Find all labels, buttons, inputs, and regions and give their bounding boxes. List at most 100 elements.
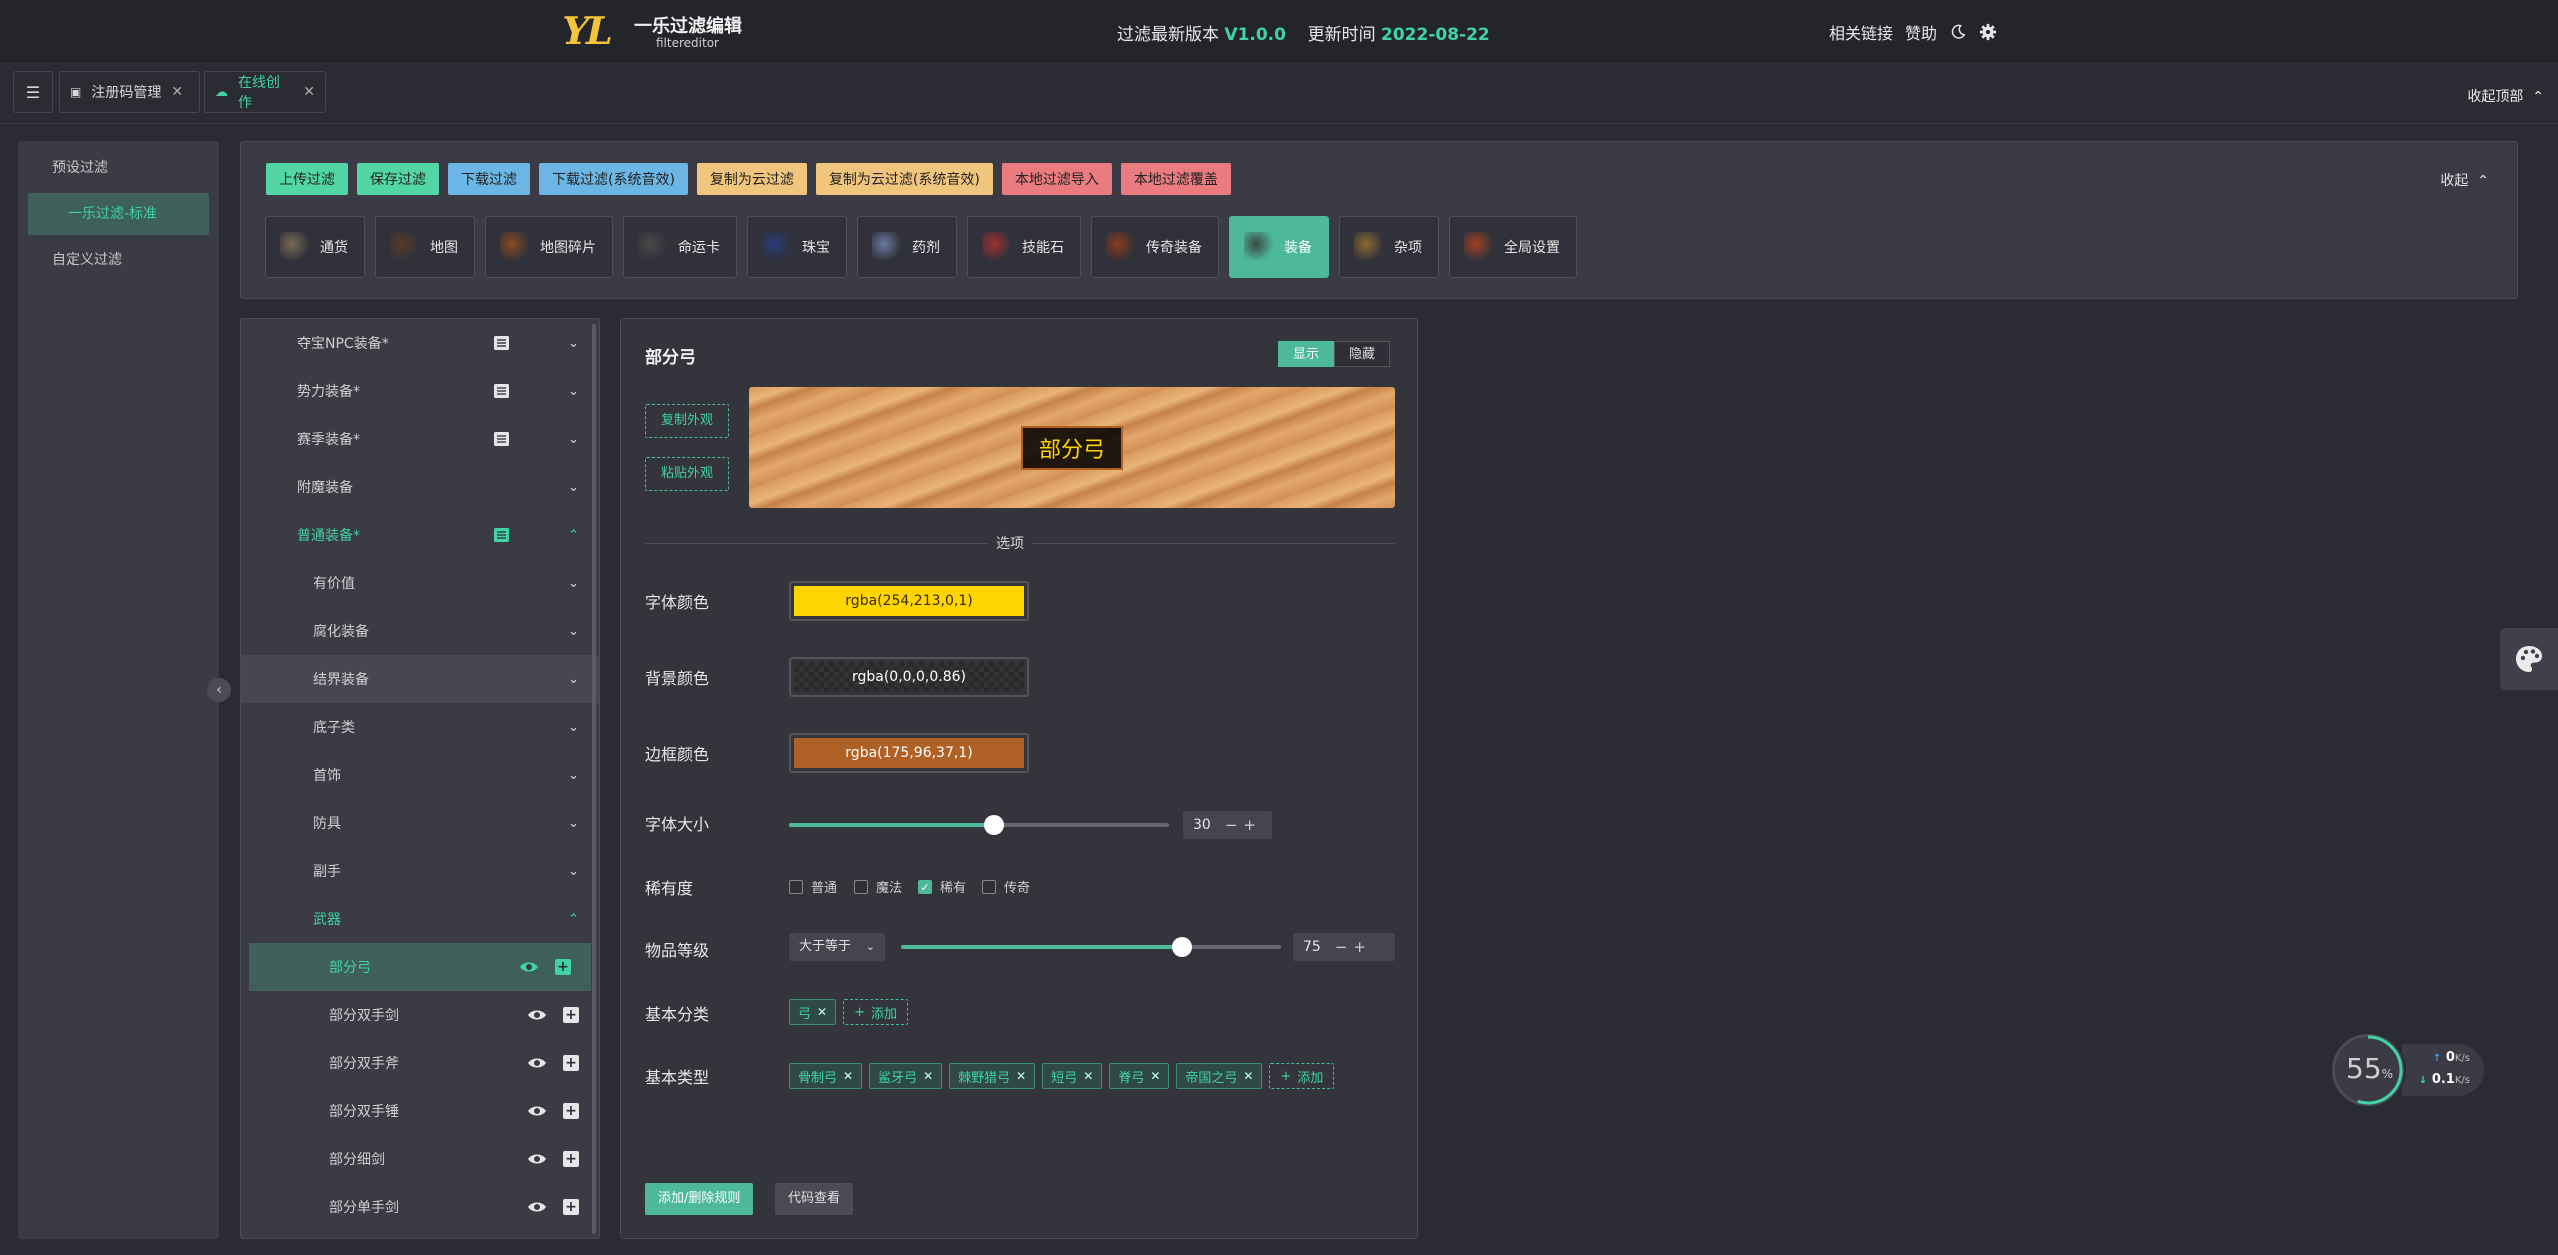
tree-group-item[interactable]: 防具 ⌄ [241,799,599,847]
chevron-down-icon[interactable]: ⌄ [568,336,579,351]
category-tab[interactable]: 通货 [265,216,365,278]
chevron-up-icon[interactable]: ⌃ [568,912,579,927]
remove-tag-icon[interactable]: ✕ [923,1069,933,1083]
tree-group-item[interactable]: 底子类 ⌄ [241,703,599,751]
toolbar-button[interactable]: 本地过滤覆盖 [1120,163,1231,195]
tree-leaf-item[interactable]: 部分双手剑 + [241,991,599,1039]
category-tab[interactable]: 地图碎片 [485,216,613,278]
dark-mode-icon[interactable] [1949,23,1967,41]
item-level-stepper[interactable]: 75 −+ [1293,933,1395,961]
chevron-down-icon[interactable]: ⌄ [568,720,579,735]
eye-icon[interactable] [519,960,539,974]
minus-plus-icon[interactable]: −+ [1225,816,1262,834]
category-tab[interactable]: 传奇装备 [1091,216,1219,278]
checkbox-icon[interactable] [982,879,996,894]
remove-tag-icon[interactable]: ✕ [1243,1069,1253,1083]
toolbar-button[interactable]: 本地过滤导入 [1001,163,1112,195]
menu-toggle-button[interactable]: ☰ [13,71,53,113]
chevron-down-icon[interactable]: ⌄ [568,576,579,591]
sidebar-collapse-button[interactable]: ‹ [207,678,231,702]
links-link[interactable]: 相关链接 [1829,20,1893,44]
category-tab[interactable]: 珠宝 [747,216,847,278]
list-icon[interactable] [494,432,509,446]
toolbar-button[interactable]: 复制为云过滤 [696,163,807,195]
eye-icon[interactable] [527,1200,547,1214]
chevron-down-icon[interactable]: ⌄ [568,768,579,783]
add-icon[interactable]: + [555,959,571,975]
eye-icon[interactable] [527,1008,547,1022]
rarity-checkbox[interactable]: 魔法 [854,877,902,896]
tree-group-item[interactable]: 有价值 ⌄ [241,559,599,607]
sidebar-item-custom[interactable]: 自定义过滤 [18,239,219,281]
add-remove-rule-button[interactable]: 添加/删除规则 [645,1183,754,1215]
remove-tag-icon[interactable]: ✕ [1016,1069,1026,1083]
show-button[interactable]: 显示 [1278,341,1335,367]
tree-scrollbar[interactable] [592,324,596,1234]
category-tab[interactable]: 装备 [1229,216,1329,278]
theme-palette-button[interactable] [2500,628,2558,690]
bg-color-picker[interactable]: rgba(0,0,0,0.86) [789,657,1029,697]
chevron-down-icon[interactable]: ⌄ [568,480,579,495]
sidebar-item-standard[interactable]: 一乐过滤-标准 [28,193,209,235]
font-size-slider-handle[interactable] [984,815,1005,835]
tree-group-item[interactable]: 结界装备 ⌄ [241,655,599,703]
tab-register-code[interactable]: ▣ 注册码管理 ✕ [59,71,200,113]
remove-tag-icon[interactable]: ✕ [1083,1069,1093,1083]
remove-tag-icon[interactable]: ✕ [817,1005,827,1019]
toolbar-button[interactable]: 上传过滤 [266,163,348,195]
chevron-down-icon[interactable]: ⌄ [568,672,579,687]
item-level-slider-handle[interactable] [1172,937,1193,957]
tree-group-item[interactable]: 夺宝NPC装备* ⌄ [241,319,599,367]
font-color-picker[interactable]: rgba(254,213,0,1) [789,581,1029,621]
list-icon[interactable] [494,528,509,542]
collapse-panel-button[interactable]: 收起 ⌃ [2440,170,2489,190]
hide-button[interactable]: 隐藏 [1334,341,1391,367]
tab-online-create[interactable]: ☁ 在线创作 ✕ [204,71,326,113]
sponsor-link[interactable]: 赞助 [1905,20,1937,44]
category-tab[interactable]: 杂项 [1339,216,1439,278]
tree-group-item[interactable]: 赛季装备* ⌄ [241,415,599,463]
eye-icon[interactable] [527,1056,547,1070]
item-level-slider[interactable] [901,937,1281,957]
tree-leaf-item[interactable]: 部分双手斧 + [241,1039,599,1087]
rarity-checkbox[interactable]: 普通 [789,877,837,896]
chevron-down-icon[interactable]: ⌄ [568,624,579,639]
category-tab[interactable]: 地图 [375,216,475,278]
copy-style-button[interactable]: 复制外观 [645,404,729,438]
remove-tag-icon[interactable]: ✕ [1150,1069,1160,1083]
rarity-checkbox[interactable]: 传奇 [982,877,1030,896]
tree-group-item[interactable]: 附魔装备 ⌄ [241,463,599,511]
item-level-operator-select[interactable]: 大于等于 ⌄ [789,933,885,961]
category-tab[interactable]: 药剂 [857,216,957,278]
tree-group-item[interactable]: 腐化装备 ⌄ [241,607,599,655]
eye-icon[interactable] [527,1104,547,1118]
chevron-down-icon[interactable]: ⌄ [568,864,579,879]
font-size-slider[interactable] [789,815,1169,835]
toolbar-button[interactable]: 下载过滤 [448,163,530,195]
add-icon[interactable]: + [563,1055,579,1071]
tree-group-item[interactable]: 副手 ⌄ [241,847,599,895]
border-color-picker[interactable]: rgba(175,96,37,1) [789,733,1029,773]
remove-tag-icon[interactable]: ✕ [843,1069,853,1083]
list-icon[interactable] [494,336,509,350]
collapse-top-button[interactable]: 收起顶部 ⌃ [2467,86,2544,106]
list-icon[interactable] [494,384,509,398]
tree-leaf-item[interactable]: 部分单手剑 + [241,1183,599,1231]
eye-icon[interactable] [527,1152,547,1166]
category-tab[interactable]: 全局设置 [1449,216,1577,278]
chevron-up-icon[interactable]: ⌃ [568,528,579,543]
add-icon[interactable]: + [563,1103,579,1119]
checkbox-icon[interactable] [854,879,868,894]
category-tab[interactable]: 技能石 [967,216,1081,278]
toolbar-button[interactable]: 下载过滤(系统音效) [539,163,688,195]
tree-leaf-item[interactable]: 部分弓 + [249,943,591,991]
chevron-down-icon[interactable]: ⌄ [568,816,579,831]
minus-plus-icon[interactable]: −+ [1335,938,1372,956]
close-icon[interactable]: ✕ [303,84,315,100]
add-icon[interactable]: + [563,1007,579,1023]
tree-leaf-item[interactable]: 部分细剑 + [241,1135,599,1183]
paste-style-button[interactable]: 粘贴外观 [645,457,729,491]
view-code-button[interactable]: 代码查看 [775,1183,854,1215]
close-icon[interactable]: ✕ [171,84,183,100]
gear-icon[interactable] [1979,23,1997,41]
